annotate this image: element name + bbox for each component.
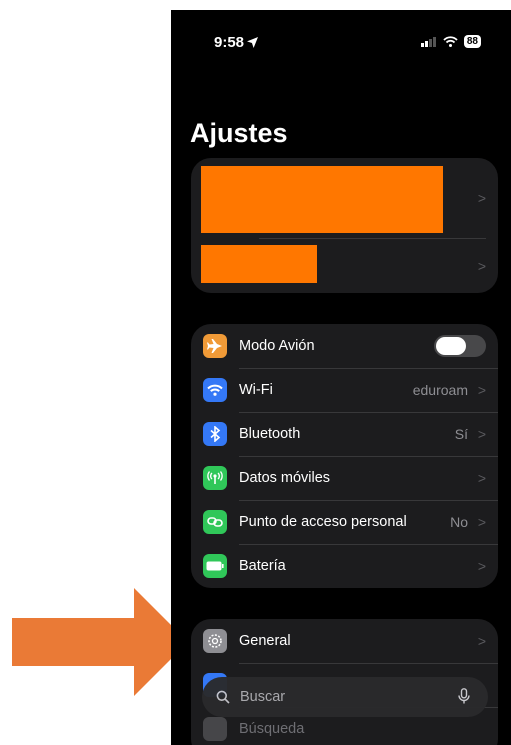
connectivity-group: Modo Avión Wi-Fi eduroam > Bluetooth Sí … bbox=[191, 324, 498, 588]
phone-screen: 9:58 88 Ajustes > > Modo Avión Wi-Fi edu… bbox=[171, 10, 511, 745]
settings-row-bateria[interactable]: Batería > bbox=[191, 544, 498, 588]
redacted-account-item[interactable] bbox=[201, 245, 317, 283]
chevron-right-icon: > bbox=[477, 426, 486, 442]
chevron-right-icon: > bbox=[477, 190, 486, 206]
battery-icon bbox=[203, 554, 227, 578]
pointer-arrow-annotation bbox=[12, 588, 188, 696]
chevron-right-icon: > bbox=[477, 514, 486, 530]
bluetooth-icon bbox=[203, 422, 227, 446]
wifi-status-icon bbox=[443, 36, 458, 47]
chevron-right-icon: > bbox=[477, 382, 486, 398]
chevron-right-icon: > bbox=[477, 258, 486, 274]
hotspot-icon bbox=[203, 510, 227, 534]
search-icon bbox=[216, 690, 230, 704]
separator bbox=[259, 238, 486, 239]
redacted-account-name[interactable] bbox=[201, 166, 443, 233]
wifi-icon bbox=[203, 378, 227, 402]
antenna-icon bbox=[203, 466, 227, 490]
settings-row-wifi[interactable]: Wi-Fi eduroam > bbox=[191, 368, 498, 412]
search-icon bbox=[203, 717, 227, 741]
gear-icon bbox=[203, 629, 227, 653]
settings-row-datos-moviles[interactable]: Datos móviles > bbox=[191, 456, 498, 500]
battery-status: 88 bbox=[463, 35, 481, 48]
settings-row-modo-avion[interactable]: Modo Avión bbox=[191, 324, 498, 368]
chevron-right-icon: > bbox=[477, 558, 486, 574]
page-title: Ajustes bbox=[190, 118, 288, 148]
chevron-right-icon: > bbox=[477, 470, 486, 486]
location-arrow-icon bbox=[247, 37, 259, 48]
status-time: 9:58 bbox=[214, 34, 259, 51]
status-icons: 88 bbox=[420, 35, 481, 48]
cellular-signal-icon bbox=[420, 36, 436, 47]
airplane-icon bbox=[203, 334, 227, 358]
account-group: > > bbox=[191, 158, 498, 293]
search-bar[interactable]: Buscar bbox=[202, 677, 488, 717]
microphone-icon[interactable] bbox=[458, 688, 470, 705]
chevron-right-icon: > bbox=[477, 633, 486, 649]
settings-row-bluetooth[interactable]: Bluetooth Sí > bbox=[191, 412, 498, 456]
airplane-mode-toggle[interactable] bbox=[434, 335, 486, 357]
settings-row-punto-de-acceso[interactable]: Punto de acceso personal No > bbox=[191, 500, 498, 544]
search-placeholder: Buscar bbox=[240, 689, 286, 705]
toggle-knob bbox=[436, 337, 466, 355]
settings-row-general[interactable]: General > bbox=[191, 619, 498, 663]
